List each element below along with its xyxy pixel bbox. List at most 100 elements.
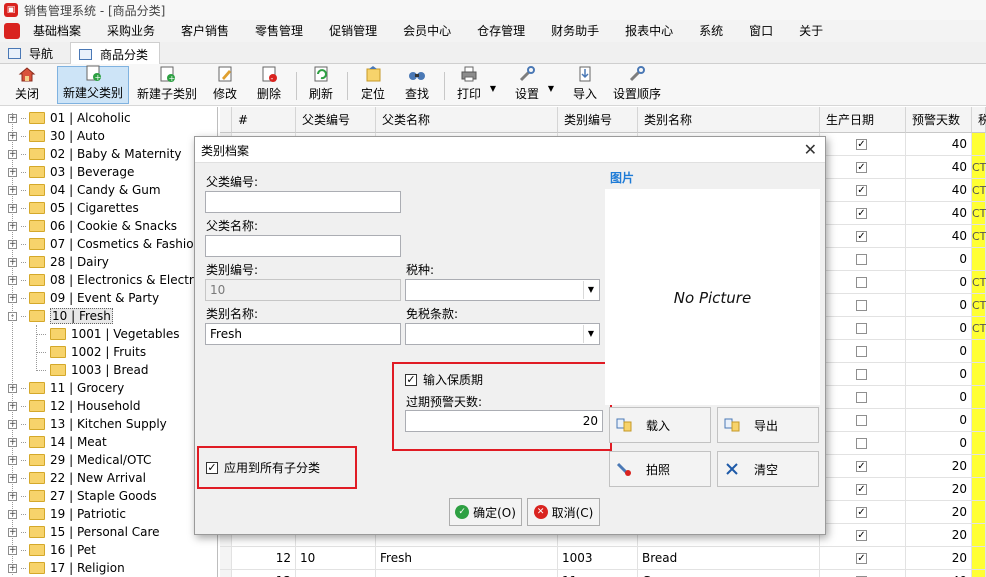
menu-item-retail[interactable]: 零售管理 bbox=[242, 20, 316, 42]
tree-node[interactable]: +05 | Cigarettes bbox=[8, 199, 139, 217]
production-date-checkbox[interactable]: ✓ bbox=[856, 461, 867, 472]
menu-item-window[interactable]: 窗口 bbox=[736, 20, 786, 42]
production-date-checkbox[interactable]: ✓ bbox=[856, 162, 867, 173]
menu-item-purchase[interactable]: 采购业务 bbox=[94, 20, 168, 42]
production-date-checkbox[interactable] bbox=[856, 300, 867, 311]
tree-node[interactable]: +02 | Baby & Maternity bbox=[8, 145, 182, 163]
load-button[interactable]: 载入 bbox=[609, 407, 711, 443]
shelf-life-checkbox[interactable]: ✓ 输入保质期 bbox=[405, 371, 483, 388]
tree-node[interactable]: +06 | Cookie & Snacks bbox=[8, 217, 177, 235]
close-icon[interactable]: ✕ bbox=[804, 140, 817, 159]
tree-child-node[interactable]: 1002 | Fruits bbox=[36, 343, 146, 361]
production-date-checkbox[interactable] bbox=[856, 277, 867, 288]
production-date-checkbox[interactable]: ✓ bbox=[856, 530, 867, 541]
new-child-button[interactable]: + 新建子类别 bbox=[133, 66, 201, 104]
tree-node[interactable]: +03 | Beverage bbox=[8, 163, 134, 181]
production-date-checkbox[interactable]: ✓ bbox=[856, 139, 867, 150]
print-button[interactable]: 打印 ▼ bbox=[452, 66, 496, 104]
column-header[interactable]: 类别名称 bbox=[638, 107, 820, 133]
tree-node[interactable]: +14 | Meat bbox=[8, 433, 107, 451]
menu-item-member[interactable]: 会员中心 bbox=[390, 20, 464, 42]
column-header[interactable]: 类别编号 bbox=[558, 107, 638, 133]
edit-button[interactable]: 修改 bbox=[208, 66, 242, 104]
production-date-checkbox[interactable] bbox=[856, 438, 867, 449]
import-button[interactable]: 导入 bbox=[568, 66, 602, 104]
close-button[interactable]: 关闭 bbox=[6, 66, 48, 104]
tree-node[interactable]: +12 | Household bbox=[8, 397, 140, 415]
tree-node[interactable]: +07 | Cosmetics & Fashion bbox=[8, 235, 201, 253]
photo-button[interactable]: 拍照 bbox=[609, 451, 711, 487]
tree-child-node[interactable]: 1001 | Vegetables bbox=[36, 325, 180, 343]
tree-node[interactable]: +13 | Kitchen Supply bbox=[8, 415, 167, 433]
menu-item-sales[interactable]: 客户销售 bbox=[168, 20, 242, 42]
dropdown-arrow-icon[interactable]: ▼ bbox=[548, 84, 554, 93]
menu-item-inventory[interactable]: 仓存管理 bbox=[464, 20, 538, 42]
menu-item-finance[interactable]: 财务助手 bbox=[538, 20, 612, 42]
category-tree[interactable]: +01 | Alcoholic +30 | Auto +02 | Baby & Ma… bbox=[0, 107, 218, 577]
column-header[interactable]: 税 bbox=[972, 107, 986, 133]
production-date-checkbox[interactable] bbox=[856, 369, 867, 380]
category-name-input[interactable]: Fresh bbox=[205, 323, 401, 345]
tree-node[interactable]: +16 | Pet bbox=[8, 541, 96, 559]
tax-type-select[interactable]: ▼ bbox=[405, 279, 600, 301]
production-date-checkbox[interactable] bbox=[856, 323, 867, 334]
production-date-checkbox[interactable]: ✓ bbox=[856, 484, 867, 495]
production-date-checkbox[interactable]: ✓ bbox=[856, 208, 867, 219]
menu-item-about[interactable]: 关于 bbox=[786, 20, 836, 42]
tree-node[interactable]: +08 | Electronics & Electrical bbox=[8, 271, 214, 289]
tree-node[interactable]: +09 | Event & Party bbox=[8, 289, 159, 307]
export-button[interactable]: 导出 bbox=[717, 407, 819, 443]
warn-days-input[interactable]: 20 bbox=[405, 410, 603, 432]
dropdown-arrow-icon[interactable]: ▼ bbox=[490, 84, 496, 93]
menu-item-system[interactable]: 系统 bbox=[686, 20, 736, 42]
tree-node[interactable]: +27 | Staple Goods bbox=[8, 487, 157, 505]
production-date-checkbox[interactable] bbox=[856, 346, 867, 357]
production-date-checkbox[interactable]: ✓ bbox=[856, 185, 867, 196]
refresh-button[interactable]: 刷新 bbox=[304, 66, 338, 104]
column-header[interactable]: 父类编号 bbox=[296, 107, 376, 133]
production-date-checkbox[interactable]: ✓ bbox=[856, 507, 867, 518]
apply-all-checkbox[interactable]: ✓ 应用到所有子分类 bbox=[206, 459, 320, 476]
tree-node[interactable]: +30 | Auto bbox=[8, 127, 105, 145]
tree-node[interactable]: +15 | Personal Care bbox=[8, 523, 160, 541]
production-date-checkbox[interactable] bbox=[856, 415, 867, 426]
tree-node[interactable]: +28 | Dairy bbox=[8, 253, 109, 271]
app-menu-icon[interactable] bbox=[4, 23, 20, 39]
tab-category[interactable]: 商品分类 bbox=[70, 42, 160, 65]
tree-node[interactable]: +11 | Grocery bbox=[8, 379, 124, 397]
tab-navigation[interactable]: 导航 bbox=[0, 42, 68, 64]
production-date-checkbox[interactable] bbox=[856, 254, 867, 265]
tree-node[interactable]: +29 | Medical/OTC bbox=[8, 451, 151, 469]
tax-exempt-select[interactable]: ▼ bbox=[405, 323, 600, 345]
delete-button[interactable]: - 删除 bbox=[252, 66, 286, 104]
new-parent-button[interactable]: + 新建父类别 bbox=[57, 65, 129, 104]
tree-child-node[interactable]: 1003 | Bread bbox=[36, 361, 148, 379]
tree-node[interactable]: +01 | Alcoholic bbox=[8, 109, 131, 127]
parent-name-input[interactable] bbox=[205, 235, 401, 257]
menu-item-basic[interactable]: 基础档案 bbox=[20, 20, 94, 42]
menu-item-promotion[interactable]: 促销管理 bbox=[316, 20, 390, 42]
category-no-input[interactable]: 10 bbox=[205, 279, 401, 301]
column-header[interactable]: 预警天数 bbox=[906, 107, 972, 133]
production-date-checkbox[interactable]: ✓ bbox=[856, 553, 867, 564]
tree-node[interactable]: -10 | Fresh bbox=[8, 307, 113, 325]
column-header[interactable]: 父类名称 bbox=[376, 107, 558, 133]
tree-node[interactable]: +22 | New Arrival bbox=[8, 469, 146, 487]
tree-node[interactable]: +19 | Patriotic bbox=[8, 505, 126, 523]
chevron-down-icon[interactable]: ▼ bbox=[583, 281, 598, 299]
locate-button[interactable]: 定位 bbox=[356, 66, 390, 104]
clear-button[interactable]: 清空 bbox=[717, 451, 819, 487]
set-order-button[interactable]: 设置顺序 bbox=[610, 66, 664, 104]
production-date-checkbox[interactable] bbox=[856, 392, 867, 403]
menu-item-reports[interactable]: 报表中心 bbox=[612, 20, 686, 42]
find-button[interactable]: 查找 bbox=[400, 66, 434, 104]
settings-button[interactable]: 设置 ▼ bbox=[510, 66, 554, 104]
column-header[interactable]: 生产日期 bbox=[820, 107, 906, 133]
tree-node[interactable]: +17 | Religion bbox=[8, 559, 125, 577]
column-header[interactable]: # bbox=[232, 107, 296, 133]
parent-no-input[interactable] bbox=[205, 191, 401, 213]
cancel-button[interactable]: ✕ 取消(C) bbox=[527, 498, 600, 526]
tree-node[interactable]: +04 | Candy & Gum bbox=[8, 181, 161, 199]
ok-button[interactable]: ✓ 确定(O) bbox=[449, 498, 522, 526]
production-date-checkbox[interactable]: ✓ bbox=[856, 231, 867, 242]
